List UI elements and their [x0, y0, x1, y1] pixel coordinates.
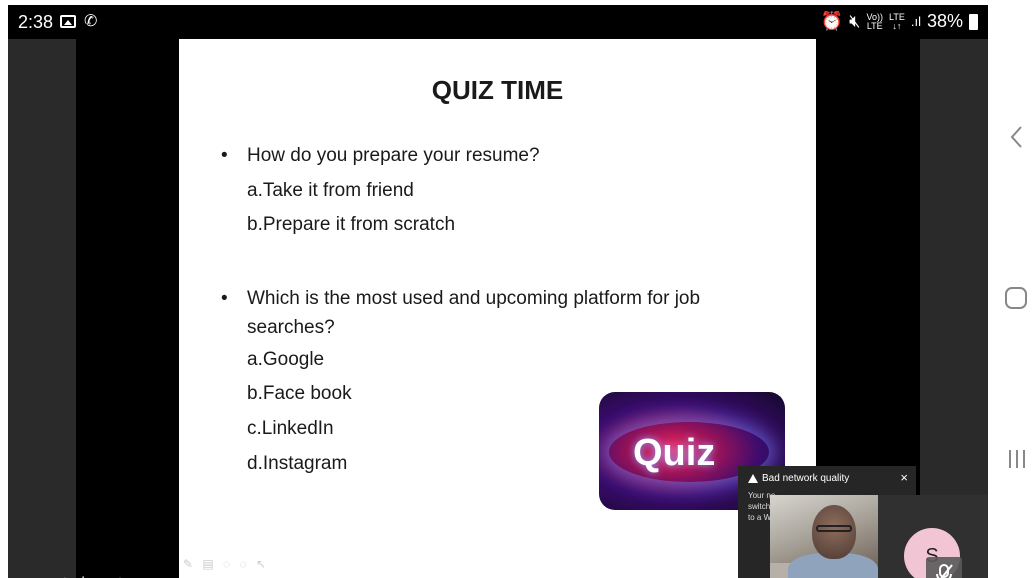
status-bar: 2:38 ✆ ⏰ 🔇︎ Vo)) LTE LTE ↓↑ .ıl 38%: [8, 5, 988, 39]
participant-tile[interactable]: S: [878, 495, 988, 578]
question-text: How do you prepare your resume?: [247, 145, 540, 166]
self-video-tile[interactable]: [770, 495, 878, 578]
slide-annotation-tools[interactable]: ✎ ▤ ◌ ◌ ↖: [183, 557, 283, 577]
option: c.LinkedIn: [247, 418, 334, 439]
lte-icon: LTE ↓↑: [889, 11, 905, 31]
warning-icon: [748, 474, 758, 483]
slide-title: QUIZ TIME: [431, 75, 564, 105]
volte-icon: Vo)) LTE: [866, 11, 883, 31]
battery-icon: [969, 13, 978, 30]
option: b.Prepare it from scratch: [247, 214, 456, 235]
toast-title: Bad network quality: [762, 473, 850, 484]
bullet-icon: •: [221, 288, 228, 309]
back-icon[interactable]: [1006, 124, 1028, 150]
battery-level: 38%: [926, 11, 963, 31]
recent-apps-icon[interactable]: [1006, 448, 1028, 470]
option: a.Google: [247, 349, 325, 370]
option: a.Take it from friend: [247, 180, 414, 201]
home-icon[interactable]: [1005, 287, 1027, 309]
option: b.Face book: [247, 383, 352, 404]
close-icon[interactable]: ×: [900, 470, 908, 485]
question-text: Which is the most used and upcoming plat…: [247, 288, 701, 338]
mic-muted-icon: [926, 557, 962, 578]
gallery-icon: [60, 15, 76, 28]
phone-icon: ✆: [84, 13, 98, 30]
mute-icon: 🔇︎: [849, 11, 861, 31]
status-time: 2:38: [18, 12, 54, 32]
bullet-icon: •: [221, 145, 228, 166]
shared-screen-area: QUIZ TIME • How do you prepare your resu…: [8, 39, 988, 578]
meeting-screen: 2:38 ✆ ⏰ 🔇︎ Vo)) LTE LTE ↓↑ .ıl 38% QUIZ T…: [8, 5, 988, 578]
option: d.Instagram: [247, 453, 348, 474]
alarm-icon: ⏰: [820, 11, 844, 31]
signal-icon: .ıl: [910, 14, 921, 29]
status-icons: ⏰ 🔇︎ Vo)) LTE LTE ↓↑ .ıl 38%: [821, 11, 978, 32]
quiz-logo-text: Quiz: [633, 432, 716, 474]
